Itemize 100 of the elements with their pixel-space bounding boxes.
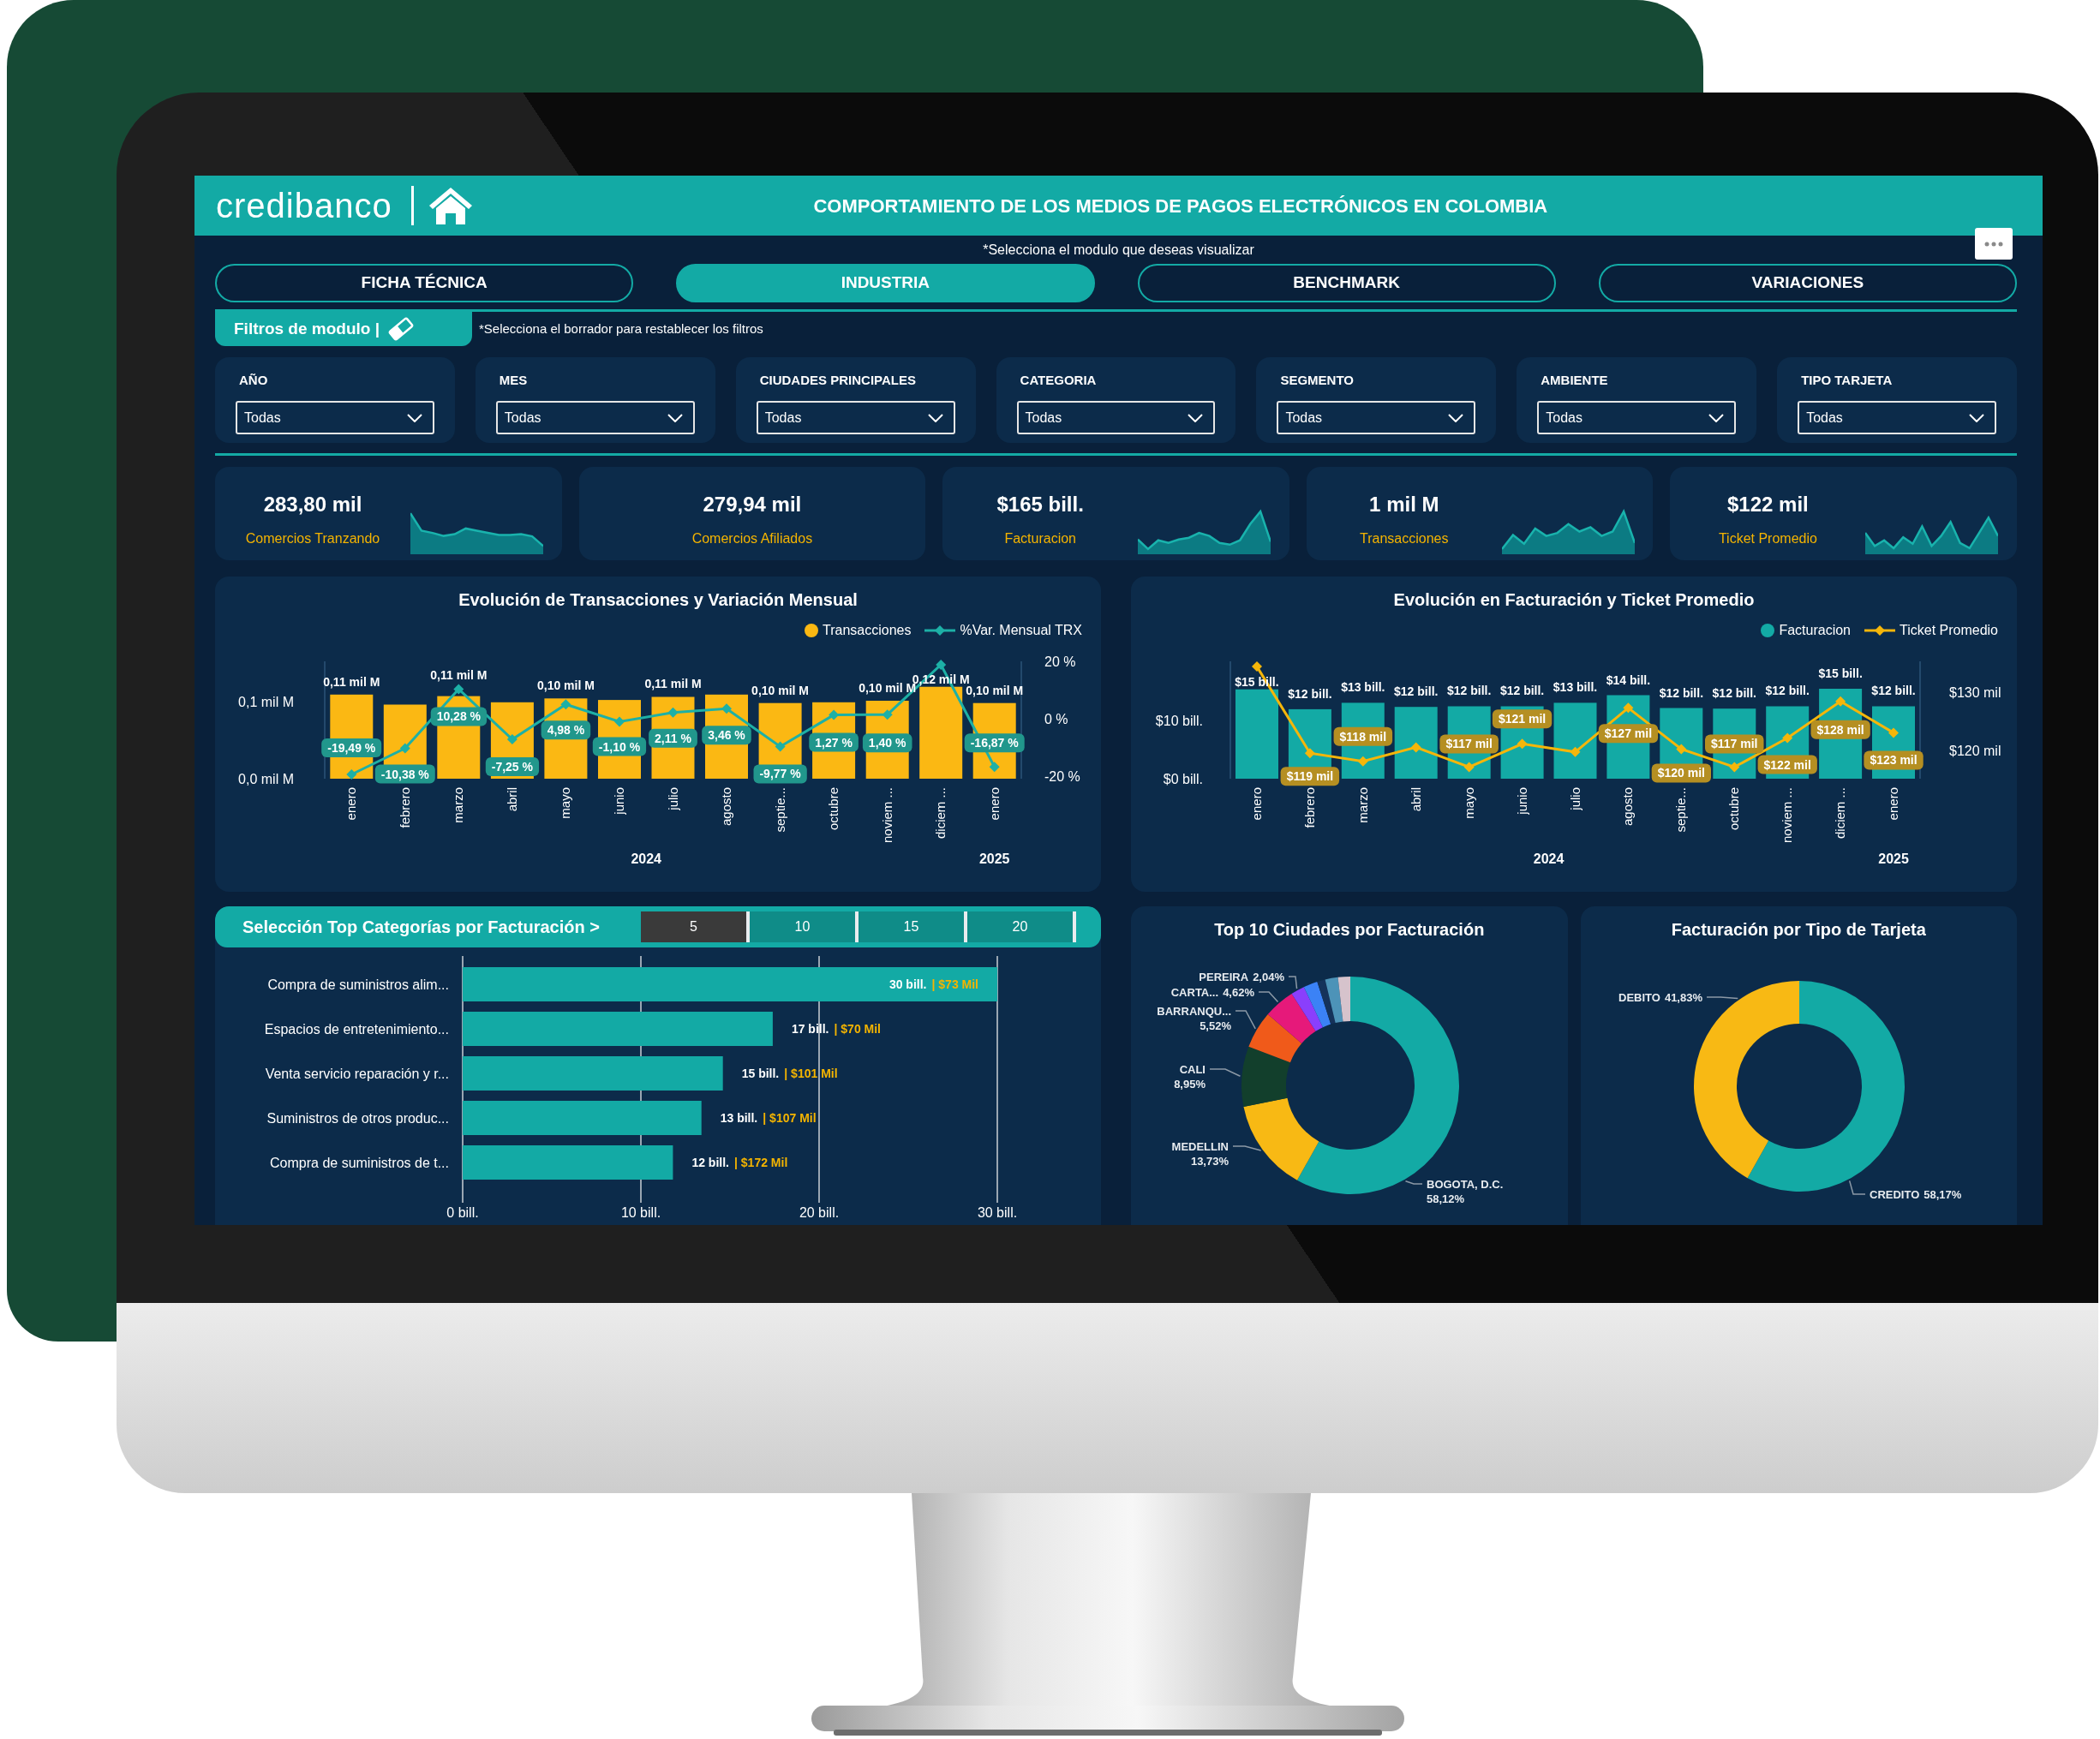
eraser-icon[interactable] bbox=[388, 316, 414, 342]
slice-value: 58,12% bbox=[1427, 1192, 1465, 1205]
data-label: -9,77 % bbox=[759, 767, 802, 781]
filter-label: AÑO bbox=[239, 372, 268, 389]
value-label: $12 bill. bbox=[1871, 684, 1916, 698]
value-label: 2,11 % bbox=[649, 728, 697, 748]
value-label: 0,11 mil M bbox=[323, 674, 380, 689]
ticket-label: | $107 Mil bbox=[763, 1111, 817, 1125]
data-point bbox=[1517, 738, 1528, 750]
hint-text: *Selecciona el modulo que deseas visualizar bbox=[983, 241, 1254, 259]
filter-label: MES bbox=[499, 372, 528, 389]
chevron-down-icon bbox=[927, 413, 943, 422]
axis-label: marzo bbox=[451, 787, 466, 823]
chart-title: Evolución en Facturación y Ticket Promedio bbox=[1393, 590, 1755, 609]
leader-line bbox=[1209, 1068, 1241, 1077]
slice-label: DEBITO bbox=[1618, 991, 1660, 1004]
tab[interactable]: VARIACIONES bbox=[1598, 264, 2017, 302]
data-point bbox=[829, 709, 840, 720]
leader-line bbox=[1404, 1180, 1423, 1185]
filter-dropdown[interactable]: Todas bbox=[1277, 401, 1476, 434]
tab[interactable]: BENCHMARK bbox=[1137, 264, 1556, 302]
slice-label: BARRANQU... bbox=[1157, 1005, 1231, 1018]
data-label: 4,98 % bbox=[547, 723, 585, 738]
value-label: -16,87 % bbox=[964, 733, 1025, 753]
axis-label: 10 bill. bbox=[620, 1205, 661, 1220]
value-label: $14 bill. bbox=[1606, 672, 1651, 687]
value-label: 0,10 mil M bbox=[966, 683, 1024, 697]
data-label: $117 mil bbox=[1711, 737, 1758, 751]
data-label: -10,38 % bbox=[380, 767, 430, 781]
value-label: -9,77 % bbox=[753, 764, 807, 784]
axis-label: enero bbox=[986, 787, 1002, 821]
axis-label: julio bbox=[665, 787, 680, 810]
axis-label: abril bbox=[1408, 787, 1423, 812]
value-label: $12 bill. bbox=[1712, 686, 1756, 701]
data-point bbox=[1357, 756, 1368, 767]
value-label: $12 bill. bbox=[1288, 686, 1332, 701]
leader-line bbox=[1848, 1180, 1866, 1195]
axis-label: marzo bbox=[1355, 787, 1370, 823]
data-label: -16,87 % bbox=[970, 736, 1020, 750]
filter-dropdown[interactable]: Todas bbox=[495, 401, 695, 434]
filter-dropdown[interactable]: Todas bbox=[756, 401, 955, 434]
filter-dropdown[interactable]: Todas bbox=[1016, 401, 1216, 434]
legend-label: Transacciones bbox=[822, 622, 912, 639]
value-label: $120 mil bbox=[1651, 763, 1711, 783]
segment-button[interactable]: 5 bbox=[641, 911, 750, 942]
ellipsis-icon bbox=[1984, 241, 2003, 247]
axis-label: -20 % bbox=[1044, 768, 1080, 784]
slice-label: CARTA... bbox=[1170, 986, 1219, 999]
value-label: $13 bill. bbox=[1341, 680, 1385, 695]
data-label: -7,25 % bbox=[491, 760, 534, 774]
slice-value: 5,52% bbox=[1200, 1019, 1231, 1032]
filter-label: AMBIENTE bbox=[1541, 372, 1608, 389]
segment-button[interactable]: 20 bbox=[967, 911, 1076, 942]
axis-label: 0,1 mil M bbox=[238, 694, 294, 709]
data-label: $121 mil bbox=[1498, 712, 1547, 726]
axis-label: diciem ... bbox=[933, 787, 948, 839]
data-label: 1,40 % bbox=[868, 736, 906, 750]
filter-dropdown[interactable]: Todas bbox=[236, 401, 434, 434]
tab[interactable]: FICHA TÉCNICA bbox=[215, 264, 634, 302]
slice-label: CREDITO bbox=[1869, 1188, 1919, 1201]
segment-button[interactable]: 15 bbox=[859, 911, 967, 942]
slice-value: 8,95% bbox=[1174, 1078, 1206, 1091]
value-label: $123 mil bbox=[1864, 750, 1924, 770]
axis-label: julio bbox=[1567, 787, 1582, 810]
axis-label: diciem ... bbox=[1833, 787, 1848, 839]
filter-dropdown[interactable]: Todas bbox=[1798, 401, 1996, 434]
chart-title: Top 10 Ciudades por Facturación bbox=[1214, 920, 1485, 939]
axis-label: septie... bbox=[772, 787, 787, 833]
slice-value: 41,83% bbox=[1664, 991, 1702, 1004]
slice-value: 13,73% bbox=[1190, 1155, 1229, 1168]
more-options-button[interactable] bbox=[1975, 228, 2013, 260]
filter-heading-text: Filtros de modulo | bbox=[234, 318, 380, 339]
ticket-label: | $70 Mil bbox=[834, 1022, 881, 1036]
axis-label: septie... bbox=[1673, 787, 1689, 833]
filter-label: CIUDADES PRINCIPALES bbox=[759, 372, 916, 389]
year-label: 2024 bbox=[1533, 852, 1565, 866]
filter-dropdown[interactable]: Todas bbox=[1537, 401, 1737, 434]
value-label: $12 bill. bbox=[1659, 685, 1704, 700]
data-label: $128 mil bbox=[1816, 722, 1864, 737]
axis-label: 20 bill. bbox=[799, 1205, 840, 1220]
year-label: 2025 bbox=[1878, 852, 1909, 866]
value-label: 0,10 mil M bbox=[751, 683, 810, 697]
chart-title: Evolución de Transacciones y Variación Mensual bbox=[458, 590, 858, 609]
axis-label: $130 mil bbox=[1949, 684, 2001, 700]
value-label: $12 bill. bbox=[1765, 684, 1810, 698]
axis-label: enero bbox=[1886, 787, 1900, 821]
home-icon[interactable] bbox=[428, 187, 472, 224]
category-label: Suministros de otros produc... bbox=[266, 1111, 449, 1126]
segment-button[interactable]: 10 bbox=[750, 911, 859, 942]
leader-line bbox=[1232, 1145, 1262, 1151]
value-label: $12 bill. bbox=[1446, 684, 1492, 698]
legend-label: Facturacion bbox=[1779, 622, 1851, 639]
value-label: 1,27 % bbox=[809, 732, 859, 752]
year-label: 2024 bbox=[631, 852, 662, 866]
filter-label: CATEGORIA bbox=[1020, 372, 1097, 389]
kpi-label: Facturacion bbox=[1004, 530, 1076, 547]
axis-label: 0,0 mil M bbox=[238, 772, 294, 786]
data-label: 3,46 % bbox=[708, 728, 746, 743]
axis-label: mayo bbox=[558, 787, 573, 819]
kpi-label: Transacciones bbox=[1360, 530, 1449, 547]
